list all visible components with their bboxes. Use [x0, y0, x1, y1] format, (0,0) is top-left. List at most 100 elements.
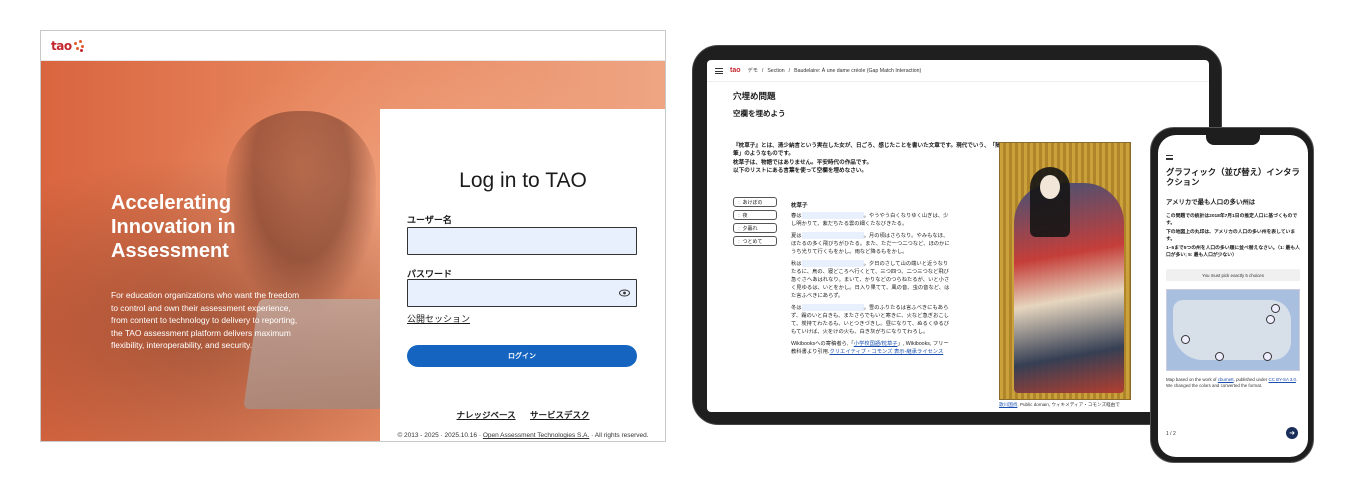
choice-chip[interactable]: ∷ 夜	[733, 210, 777, 220]
passage-paragraph: 春は 。やうやう白くなりゆく山ぎは、少し明かりて、紫だちたる雲の細くたなびきたる。	[791, 212, 953, 228]
logo-dots-icon	[73, 39, 85, 52]
page-indicator: 1 / 2	[1166, 431, 1176, 437]
ukiyoe-painting-image	[999, 142, 1131, 400]
item-title: グラフィック（並び替え）インタラクション	[1166, 167, 1300, 187]
choice-list: ∷ あけぼの ∷ 夜 ∷ 夕暮れ ∷ つとめて	[733, 197, 777, 249]
tao-logo-small[interactable]: tao	[730, 67, 741, 74]
us-map-image	[1166, 289, 1300, 371]
footer-links: ナレッジベース サービスデスク	[380, 409, 665, 421]
instruction-line: 枕草子は、物語ではありません。平安時代の作品です。	[733, 159, 873, 166]
oat-link[interactable]: Open Assessment Technologies S.A.	[483, 432, 589, 439]
instruction-line: この問題での統計は2018年7月1日の推定人口に基づくものです。	[1166, 214, 1298, 226]
license-link[interactable]: クリエイティブ・コモンズ 表示-継承ライセンス	[829, 349, 943, 355]
state-hotspot[interactable]	[1181, 335, 1190, 344]
passage-text: 春は	[791, 213, 802, 219]
item-subtitle: 空欄を埋めよう	[733, 109, 786, 118]
drag-handle-icon: ∷	[738, 238, 741, 244]
artist-link[interactable]: 歌川国貞	[999, 402, 1017, 407]
choice-chip[interactable]: ∷ 夕暮れ	[733, 223, 777, 233]
caption-text: Map based on the work of	[1166, 377, 1218, 382]
item-subtitle: アメリカで最も人口の多い州は	[1166, 199, 1256, 206]
copyright-prefix: © 2013 - 2025 · 2025.10.16 ·	[397, 432, 483, 439]
marketing-composite: tao Accelerating Innovation in Assessmen…	[0, 0, 1360, 480]
arrow-right-icon[interactable]: ➜	[1286, 427, 1298, 439]
login-button[interactable]: ログイン	[407, 345, 637, 367]
choice-chip[interactable]: ∷ つとめて	[733, 236, 777, 246]
instruction-line: 以下のリストにある言葉を使って空欄を埋めなさい。	[733, 168, 867, 175]
passage-paragraph: 夏は 。月の頃はさらなり。やみもなほ、ほたるの多く飛びちがひたる。また、ただ一つ二…	[791, 232, 953, 256]
instruction-line: 1~5まで5つの州を人口の多い順に並べ替えなさい。（1: 最も人口が多い; 5:…	[1166, 246, 1300, 258]
gap-slot[interactable]	[801, 232, 864, 240]
desktop-header: tao	[41, 31, 665, 61]
state-hotspot[interactable]	[1263, 352, 1272, 361]
login-panel: Log in to TAO ユーザー名 パスワード 公開セッション ログイン ナ…	[380, 109, 665, 441]
tablet-screen: tao デモ / Section / Baudelaire: À une dam…	[707, 60, 1209, 412]
passage-paragraph: 秋は 。夕日のさして山の端いと近うなりたるに、烏の、寝どころへ行くとて、三つ四つ、…	[791, 260, 953, 300]
tao-logo[interactable]: tao	[51, 39, 85, 53]
gap-slot[interactable]	[801, 260, 864, 268]
password-input[interactable]	[407, 279, 637, 307]
item-instructions: 『枕草子』とは、清少納言という実在した女が、日ごろ、感じたことを書いた文章です。…	[733, 142, 1003, 176]
desktop-login-screen: tao Accelerating Innovation in Assessmen…	[40, 30, 666, 442]
public-session-link[interactable]: 公開セッション	[407, 312, 470, 325]
citation-link[interactable]: 小学校国語/枕草子	[854, 341, 898, 347]
show-password-icon[interactable]	[618, 287, 630, 299]
gap-slot[interactable]	[801, 304, 864, 312]
phone-device: グラフィック（並び替え）インタラクション アメリカで最も人口の多い州は この問題…	[1150, 127, 1314, 463]
caption-text: , published under	[1233, 377, 1269, 382]
choice-constraint-notice: You must pick exactly 5 choices	[1166, 269, 1300, 281]
passage-text: 冬は	[791, 305, 802, 311]
choice-label: つとめて	[742, 238, 763, 245]
choice-label: 夕暮れ	[742, 225, 758, 232]
tablet-navbar: tao デモ / Section / Baudelaire: À une dam…	[707, 60, 1209, 82]
breadcrumb-separator: /	[788, 67, 791, 74]
logo-text: tao	[51, 38, 72, 53]
instruction-line: 下の地図上の丸印は、アメリカの人口の多い州を表しています。	[1166, 230, 1296, 242]
phone-notch	[1206, 135, 1260, 145]
license-link[interactable]: CC BY-SA 3.0	[1269, 377, 1296, 382]
image-caption: 歌川国貞, Public domain, ウィキメディア・コモンズ経由で	[999, 402, 1120, 408]
hero-title: Accelerating Innovation in Assessment	[111, 192, 236, 262]
passage-paragraph: 冬は 。雪のふりたるは言ふべきにもあらず、霜のいと白きも、またさらでもいと寒きに、…	[791, 304, 953, 336]
knowledge-base-link[interactable]: ナレッジベース	[457, 410, 516, 420]
item-title: 穴埋め問題	[733, 91, 776, 101]
breadcrumb-demo[interactable]: デモ	[748, 67, 758, 74]
map-caption: Map based on the work of cburnett, publi…	[1166, 377, 1302, 390]
breadcrumb-item: Baudelaire: À une dame créole (Gap Match…	[794, 67, 922, 74]
choice-label: 夜	[742, 212, 748, 219]
tablet-device: tao デモ / Section / Baudelaire: À une dam…	[692, 45, 1222, 425]
login-title: Log in to TAO	[459, 169, 587, 192]
state-hotspot[interactable]	[1266, 315, 1275, 324]
face-shape	[1040, 175, 1060, 199]
choice-chip[interactable]: ∷ あけぼの	[733, 197, 777, 207]
choice-label: あけぼの	[742, 199, 763, 206]
service-desk-link[interactable]: サービスデスク	[530, 410, 590, 420]
gap-slot[interactable]	[801, 212, 864, 220]
breadcrumb-section[interactable]: Section	[767, 68, 784, 74]
hero-image: Accelerating Innovation in Assessment Fo…	[41, 61, 665, 441]
breadcrumb-separator: /	[761, 67, 764, 74]
username-input[interactable]	[407, 227, 637, 255]
gap-text-passage: 枕草子 春は 。やうやう白くなりゆく山ぎは、少し明かりて、紫だちたる雲の細くたなび…	[791, 202, 953, 360]
citation-text: Wikibooksへの寄稿者ら,「	[791, 341, 854, 347]
instruction-line: 『枕草子』とは、清少納言という実在した女が、日ごろ、感じたことを書いた文章です。…	[733, 143, 1001, 158]
menu-icon[interactable]	[1166, 155, 1173, 160]
caption-text: , Public domain, ウィキメディア・コモンズ経由で	[1017, 402, 1120, 407]
author-link[interactable]: cburnett	[1218, 377, 1234, 382]
hero-description: For education organizations who want the…	[111, 290, 300, 350]
username-label: ユーザー名	[407, 215, 452, 225]
drag-handle-icon: ∷	[738, 225, 741, 231]
menu-icon[interactable]	[715, 67, 723, 74]
drag-handle-icon: ∷	[738, 212, 741, 218]
passage-text: 夏は	[791, 233, 802, 239]
passage-title: 枕草子	[791, 203, 808, 209]
drag-handle-icon: ∷	[738, 199, 741, 205]
copyright-text: © 2013 - 2025 · 2025.10.16 · Open Assess…	[380, 432, 665, 439]
passage-text: 秋は	[791, 261, 802, 267]
source-citation: Wikibooksへの寄稿者ら,「小学校国語/枕草子」, Wikibooks, …	[791, 340, 953, 356]
state-hotspot[interactable]	[1271, 304, 1280, 313]
copyright-suffix: · All rights reserved.	[589, 432, 649, 439]
state-hotspot[interactable]	[1215, 352, 1224, 361]
item-instructions: この問題での統計は2018年7月1日の推定人口に基づくものです。 下の地図上の丸…	[1166, 213, 1302, 259]
phone-screen: グラフィック（並び替え）インタラクション アメリカで最も人口の多い州は この問題…	[1158, 135, 1308, 457]
